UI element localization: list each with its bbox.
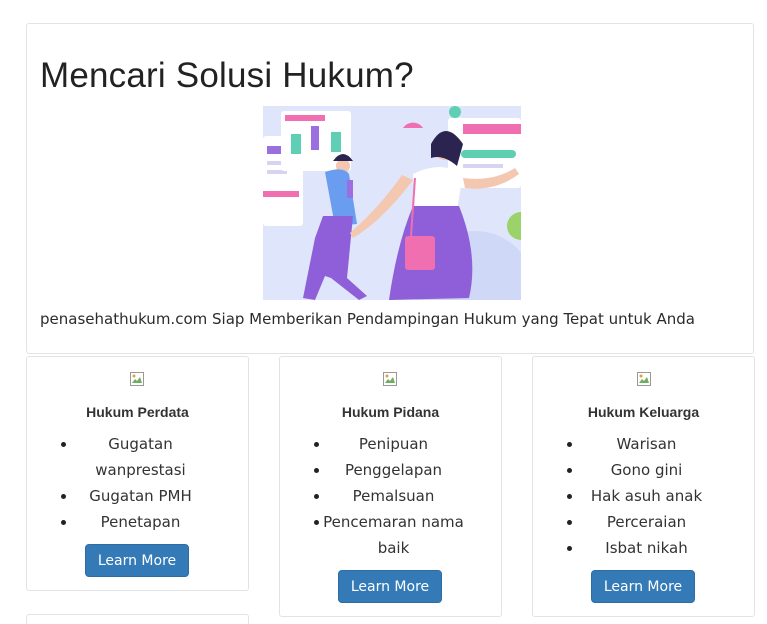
- hero-section: Mencari Solusi Hukum? penasehathukum.com…: [26, 23, 754, 354]
- hero-illustration: [263, 106, 521, 300]
- broken-image-icon: [637, 372, 651, 386]
- service-card-hukum-keluarga: Hukum Keluarga Warisan Gono gini Hak asu…: [532, 356, 755, 617]
- list-item: Pemalsuan: [314, 483, 473, 509]
- service-list: Warisan Gono gini Hak asuh anak Percerai…: [533, 431, 754, 561]
- list-item: Penggelapan: [314, 457, 473, 483]
- service-card-hukum-pidana: Hukum Pidana Penipuan Penggelapan Pemals…: [279, 356, 502, 617]
- learn-more-button[interactable]: Learn More: [85, 544, 189, 577]
- card-title: Hukum Pidana: [341, 404, 440, 420]
- next-card-edge: [26, 614, 249, 624]
- service-card-hukum-perdata: Hukum Perdata Gugatan wanprestasi Gugata…: [26, 356, 249, 591]
- broken-image-icon: [130, 372, 144, 386]
- list-item: Warisan: [567, 431, 726, 457]
- list-item: Gugatan wanprestasi: [61, 431, 220, 483]
- card-title: Hukum Perdata: [86, 404, 189, 420]
- service-list: Gugatan wanprestasi Gugatan PMH Penetapa…: [27, 431, 248, 535]
- list-item: Gugatan PMH: [61, 483, 220, 509]
- learn-more-button[interactable]: Learn More: [338, 570, 442, 603]
- card-title: Hukum Keluarga: [587, 404, 700, 420]
- list-item: Hak asuh anak: [567, 483, 726, 509]
- list-item: Pencemaran nama baik: [314, 509, 473, 561]
- list-item: Isbat nikah: [567, 535, 726, 561]
- list-item: Perceraian: [567, 509, 726, 535]
- list-item: Gono gini: [567, 457, 726, 483]
- learn-more-button[interactable]: Learn More: [591, 570, 695, 603]
- page-title: Mencari Solusi Hukum?: [40, 56, 414, 95]
- broken-image-icon: [383, 372, 397, 386]
- service-list: Penipuan Penggelapan Pemalsuan Pencemara…: [280, 431, 501, 561]
- list-item: Penipuan: [314, 431, 473, 457]
- hero-tagline: penasehathukum.com Siap Memberikan Penda…: [40, 310, 695, 328]
- list-item: Penetapan: [61, 509, 220, 535]
